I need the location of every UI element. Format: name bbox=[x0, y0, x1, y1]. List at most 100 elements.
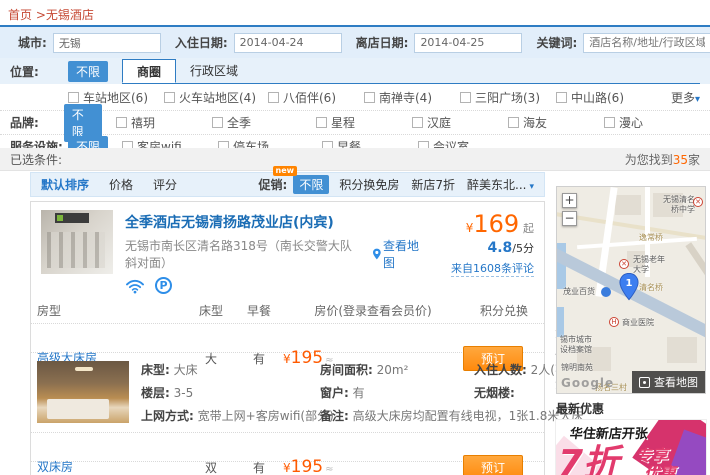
map-pin-icon bbox=[373, 248, 381, 260]
score-value: 4.8 bbox=[487, 240, 512, 256]
checkbox-icon[interactable] bbox=[604, 117, 615, 128]
area-option-5[interactable]: 中山路(6) bbox=[556, 89, 652, 106]
checkbox-icon[interactable] bbox=[116, 117, 127, 128]
room-type-link[interactable]: 双床房 bbox=[37, 458, 73, 475]
reviews-link[interactable]: 来自1608条评论 bbox=[451, 260, 534, 277]
map-label: 锡市城市 设档案馆 bbox=[560, 335, 592, 355]
checkbox-icon[interactable] bbox=[268, 92, 279, 103]
room-price: 195 bbox=[291, 457, 323, 475]
mini-map[interactable]: 无锡清名 桥中学 ✕ 逸常桥 ✕ 无锡老年 大学 茂业百货 清名桥 H 商业医院… bbox=[556, 186, 706, 394]
map-road-label: 清名桥 bbox=[639, 283, 663, 293]
view-map-link[interactable]: 查看地图 bbox=[373, 237, 424, 271]
search-bar: 城市: 入住日期: 离店日期: 关键词: 搜索 bbox=[0, 25, 710, 58]
wifi-icon bbox=[125, 278, 145, 294]
room-row: 高级大床房 大 有 ¥195≈ 预订 免房已满 bbox=[31, 324, 544, 353]
zoom-in-button[interactable]: + bbox=[562, 193, 577, 208]
school-icon: ✕ bbox=[619, 259, 629, 269]
breadcrumb: 首页 >无锡酒店 bbox=[8, 6, 94, 23]
area-option-1[interactable]: 火车站地区(4) bbox=[164, 89, 268, 106]
checkin-input[interactable] bbox=[234, 33, 342, 53]
map-label: 无锡清名 桥中学 bbox=[663, 195, 695, 215]
detail-nosmoke-label: 无烟楼: bbox=[474, 386, 515, 400]
latest-offers-heading: 最新优惠 bbox=[556, 400, 706, 417]
map-water bbox=[557, 307, 564, 337]
tab-business-area[interactable]: 商圈 bbox=[122, 59, 176, 83]
view-map-button[interactable]: 查看地图 bbox=[632, 371, 705, 393]
school-icon: ✕ bbox=[693, 197, 703, 207]
breadcrumb-separator: > bbox=[36, 8, 46, 22]
detail-window-label: 窗户: bbox=[320, 386, 349, 400]
sort-price[interactable]: 价格 bbox=[109, 176, 133, 193]
store-icon bbox=[601, 287, 611, 297]
checkout-label: 离店日期: bbox=[356, 34, 409, 51]
sort-default[interactable]: 默认排序 bbox=[41, 176, 89, 193]
area-option-label: 火车站地区(4) bbox=[179, 89, 256, 106]
checkbox-icon[interactable] bbox=[412, 117, 423, 128]
promo-dropdown[interactable]: 醉美东北...▾ bbox=[467, 176, 534, 193]
location-label: 位置: bbox=[10, 63, 68, 80]
promo-newstore-option[interactable]: 新店7折 bbox=[411, 176, 455, 193]
hotel-map-pin[interactable]: 1 bbox=[619, 273, 639, 304]
filter-panel: 位置: 不限 商圈 行政区域 车站地区(6) 火车站地区(4) 八佰伴(6) 南… bbox=[0, 58, 710, 159]
detail-window-value: 有 bbox=[353, 386, 365, 400]
brand-option-1[interactable]: 全季 bbox=[212, 114, 316, 131]
checkbox-icon[interactable] bbox=[508, 117, 519, 128]
area-option-4[interactable]: 三阳广场(3) bbox=[460, 89, 556, 106]
checkbox-icon[interactable] bbox=[68, 92, 79, 103]
area-option-3[interactable]: 南禅寺(4) bbox=[364, 89, 460, 106]
book-button[interactable]: 预订 bbox=[463, 455, 523, 475]
hotel-search-page: 首页 >无锡酒店 城市: 入住日期: 离店日期: 关键词: 搜索 位置: 不限 … bbox=[0, 0, 710, 475]
tab-admin-district[interactable]: 行政区域 bbox=[176, 59, 252, 83]
col-breakfast: 早餐 bbox=[235, 302, 283, 319]
checkbox-icon[interactable] bbox=[164, 92, 175, 103]
more-areas-link[interactable]: 更多▾ bbox=[671, 89, 700, 106]
selected-conditions-bar: 已选条件: 为您找到35家 bbox=[0, 148, 710, 171]
hotel-photo[interactable] bbox=[41, 210, 113, 274]
brand-option-2[interactable]: 星程 bbox=[316, 114, 412, 131]
brand-option-3[interactable]: 汉庭 bbox=[412, 114, 508, 131]
checkbox-icon[interactable] bbox=[460, 92, 471, 103]
promo-ad-banner[interactable]: 华住新店开张 7折 专享 优惠 bbox=[556, 420, 706, 475]
business-area-options-row: 车站地区(6) 火车站地区(4) 八佰伴(6) 南禅寺(4) 三阳广场(3) 中… bbox=[0, 84, 710, 111]
promo-any-chip[interactable]: 不限 bbox=[293, 175, 329, 194]
zoom-out-button[interactable]: − bbox=[562, 211, 577, 226]
city-input[interactable] bbox=[53, 33, 161, 53]
area-option-2[interactable]: 八佰伴(6) bbox=[268, 89, 364, 106]
room-photo[interactable] bbox=[37, 361, 129, 423]
view-map-label: 查看地图 bbox=[383, 237, 424, 271]
checkbox-icon[interactable] bbox=[212, 117, 223, 128]
checkbox-icon[interactable] bbox=[316, 117, 327, 128]
hotel-name-link[interactable]: 全季酒店无锡清扬路茂业店(内宾) bbox=[125, 212, 334, 232]
price-from-suffix: 起 bbox=[523, 222, 534, 235]
area-option-label: 三阳广场(3) bbox=[475, 89, 540, 106]
map-label: 锦明南苑 bbox=[561, 363, 593, 373]
breadcrumb-current: 无锡酒店 bbox=[46, 8, 94, 22]
detail-internet-label: 上网方式: bbox=[141, 409, 194, 423]
google-watermark: Google bbox=[561, 376, 614, 390]
keyword-input[interactable] bbox=[583, 33, 710, 53]
col-room-type: 房型 bbox=[37, 302, 187, 319]
detail-area-value: 20m² bbox=[377, 363, 409, 377]
brand-option-5[interactable]: 漫心 bbox=[604, 114, 700, 131]
hotel-score: 4.8/5分 bbox=[424, 240, 534, 256]
brand-option-4[interactable]: 海友 bbox=[508, 114, 604, 131]
breadcrumb-home-link[interactable]: 首页 bbox=[8, 8, 32, 22]
sort-score[interactable]: 评分 bbox=[153, 176, 177, 193]
selected-conditions-label: 已选条件: bbox=[10, 151, 62, 168]
checkbox-icon[interactable] bbox=[364, 92, 375, 103]
checkbox-icon[interactable] bbox=[556, 92, 567, 103]
room-row: 双床房 双 有 ¥195≈ 预订 免房已满 bbox=[31, 433, 544, 462]
bed-type: 双 bbox=[187, 459, 235, 475]
area-option-0[interactable]: 车站地区(6) bbox=[68, 89, 164, 106]
checkout-input[interactable] bbox=[414, 33, 522, 53]
col-price: 房价(登录查看会员价) bbox=[283, 302, 463, 319]
room-table-header: 房型 床型 早餐 房价(登录查看会员价) 积分兑换 bbox=[31, 298, 544, 324]
promo-points-option[interactable]: 积分换免房 bbox=[339, 176, 399, 193]
ad-discount: 7折 bbox=[558, 434, 619, 475]
promo-label: 促销:new bbox=[259, 176, 288, 193]
detail-note-label: 备注: bbox=[320, 409, 349, 423]
detail-area-label: 房间面积: bbox=[320, 363, 373, 377]
location-any-chip[interactable]: 不限 bbox=[68, 61, 108, 82]
map-icon bbox=[639, 377, 650, 388]
brand-option-0[interactable]: 禧玥 bbox=[116, 114, 212, 131]
